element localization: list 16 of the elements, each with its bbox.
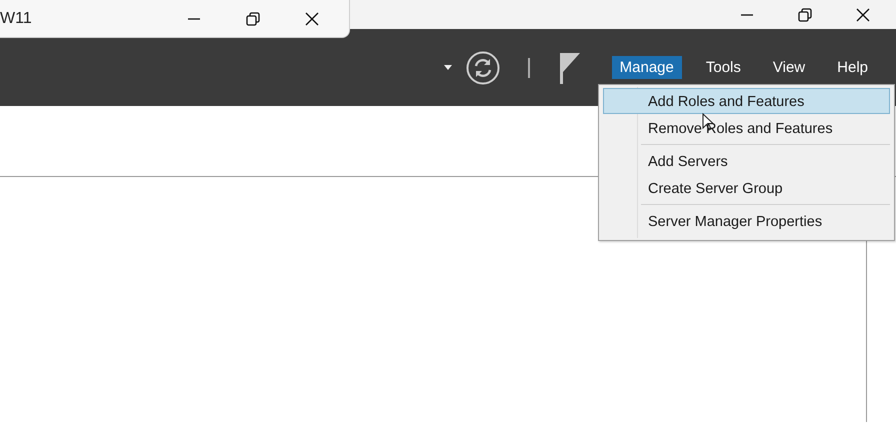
menu-option[interactable]: Add Servers	[603, 148, 890, 174]
menu-option[interactable]: Server Manager Properties	[603, 208, 890, 234]
close-icon[interactable]	[856, 8, 870, 22]
menu-item[interactable]: Tools	[698, 56, 749, 79]
menu-item[interactable]: Help	[829, 56, 876, 79]
menu-option[interactable]: Remove Roles and Features	[603, 115, 890, 141]
restore-icon[interactable]	[246, 12, 260, 26]
menu-item[interactable]: View	[764, 56, 814, 79]
dropdown-caret-icon[interactable]	[444, 65, 452, 70]
flag-icon[interactable]	[558, 52, 582, 84]
menu-option[interactable]: Create Server Group	[603, 175, 890, 201]
refresh-icon[interactable]	[466, 50, 500, 84]
restore-icon[interactable]	[798, 8, 812, 22]
window-title: W11	[0, 10, 33, 28]
close-icon[interactable]	[305, 12, 319, 26]
menu-item[interactable]: Manage	[612, 56, 682, 79]
